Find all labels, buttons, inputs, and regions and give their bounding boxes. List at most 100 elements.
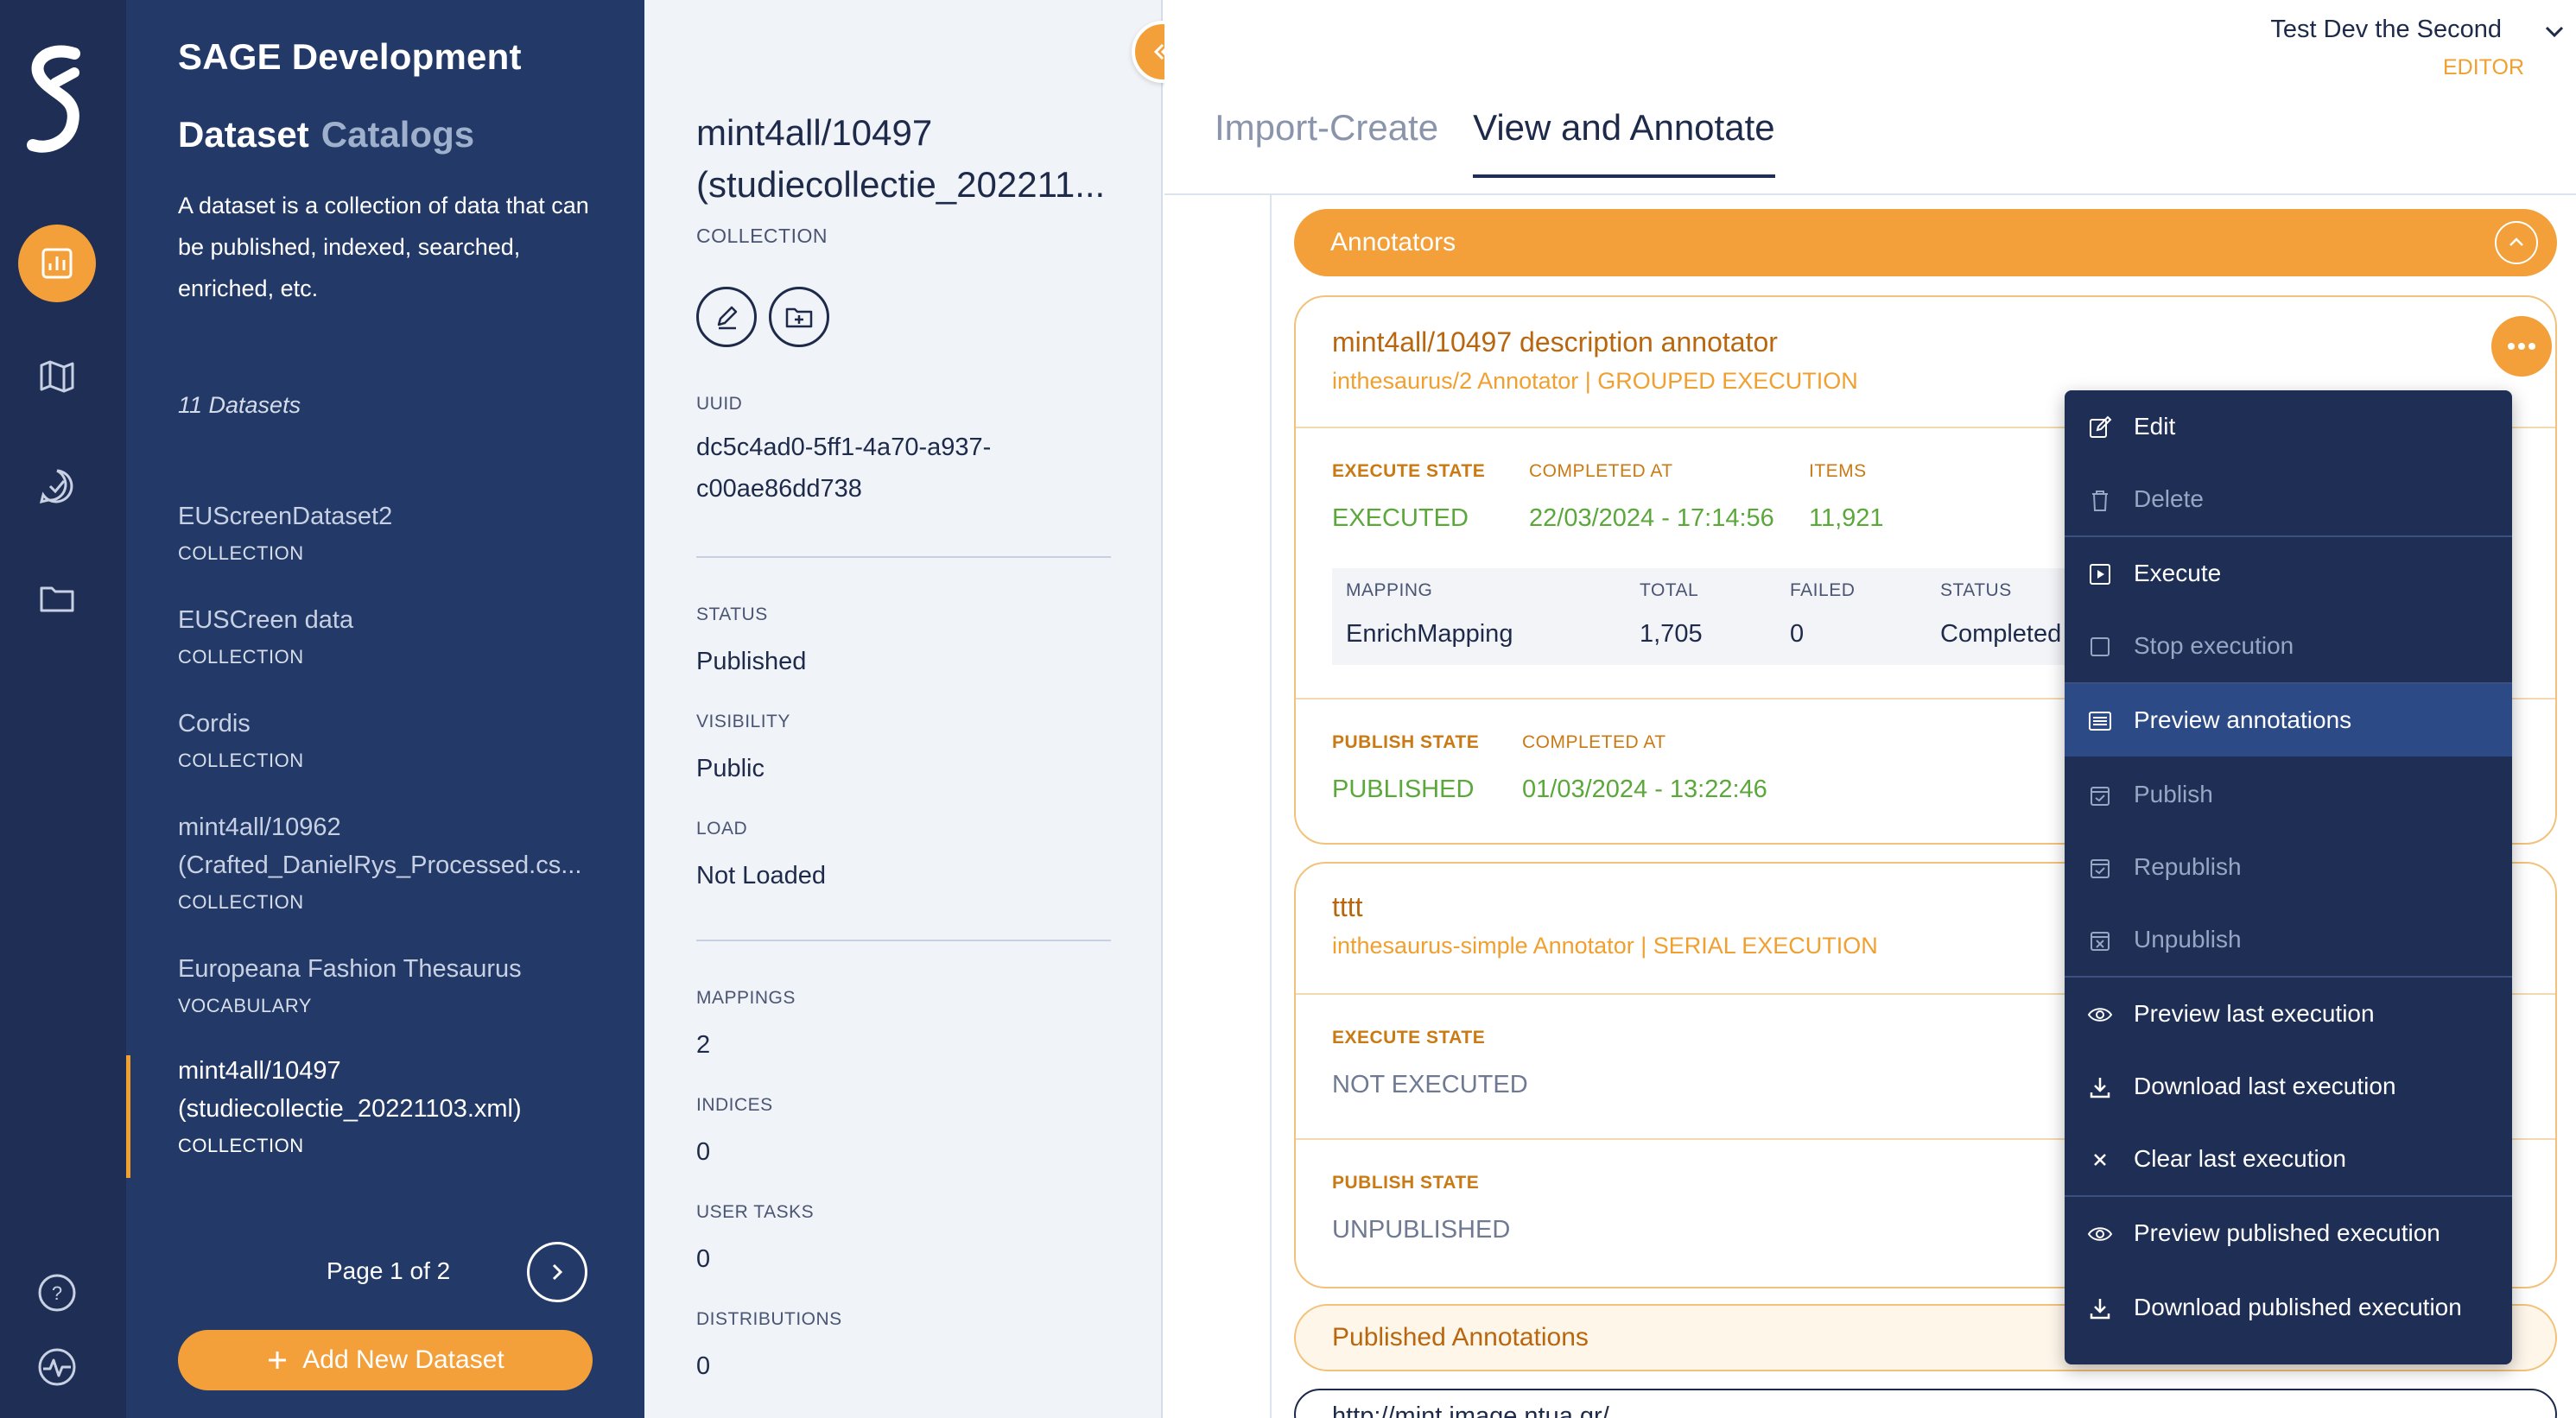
user-name[interactable]: Test Dev the Second: [2270, 16, 2502, 44]
menu-item-label: Stop execution: [2134, 632, 2294, 659]
annotator-title: tttt: [1332, 891, 1363, 922]
table-header: TOTAL: [1640, 580, 1699, 600]
menu-item-preview-last-execution[interactable]: Preview last execution: [2065, 978, 2512, 1050]
menu-item-label: Publish: [2134, 781, 2213, 807]
pencil-icon: [717, 306, 738, 330]
list-item[interactable]: EUScreenDataset2 COLLECTION: [178, 497, 627, 565]
dataset-name: Cordis: [178, 710, 251, 737]
chevron-down-icon[interactable]: [2541, 19, 2567, 45]
dataset-type: VOCABULARY: [178, 995, 312, 1016]
add-dataset-label: Add New Dataset: [302, 1345, 504, 1374]
menu-item-stop-execution[interactable]: Stop execution: [2065, 610, 2512, 682]
distributions-value: 0: [696, 1352, 711, 1380]
divider: [696, 556, 1111, 558]
edit-dataset-button[interactable]: [696, 287, 757, 347]
menu-item-execute[interactable]: Execute: [2065, 537, 2512, 610]
menu-item-preview-published-execution[interactable]: Preview published execution: [2065, 1197, 2512, 1269]
execute-state-value: NOT EXECUTED: [1332, 1071, 1528, 1098]
menu-item-delete[interactable]: Delete: [2065, 463, 2512, 535]
completed-at-label: COMPLETED AT: [1529, 461, 1673, 481]
menu-item-label: Clear last execution: [2134, 1145, 2346, 1172]
folder-icon[interactable]: [18, 560, 96, 637]
uuid-value-line1: dc5c4ad0-5ff1-4a70-a937-: [696, 434, 992, 461]
publish-completed-value: 01/03/2024 - 13:22:46: [1522, 775, 1767, 803]
menu-item-download-published-execution[interactable]: Download published execution: [2065, 1271, 2512, 1344]
eye-icon: [2087, 1227, 2113, 1241]
list-item[interactable]: Europeana Fashion Thesaurus VOCABULARY: [178, 950, 627, 1017]
user-tasks-value: 0: [696, 1245, 711, 1273]
dataset-name: Europeana Fashion Thesaurus: [178, 955, 522, 983]
list-item[interactable]: EUSCreen data COLLECTION: [178, 601, 627, 668]
list-item[interactable]: mint4all/10962 (Crafted_DanielRys_Proces…: [178, 808, 627, 914]
dataset-name-cont: (Crafted_DanielRys_Processed.cs...: [178, 851, 582, 879]
tabs-divider: [1164, 193, 2576, 195]
dataset-name: EUScreenDataset2: [178, 503, 393, 530]
menu-item-clear-last-execution[interactable]: Clear last execution: [2065, 1123, 2512, 1195]
add-to-folder-button[interactable]: [769, 287, 829, 347]
table-header: MAPPING: [1346, 580, 1433, 600]
tab-import-create[interactable]: Import-Create: [1215, 107, 1438, 178]
dataset-count: 11 Datasets: [178, 392, 301, 418]
dataset-name: EUSCreen data: [178, 606, 354, 634]
dataset-type: COLLECTION: [178, 750, 304, 771]
annotator-context-menu: Edit Delete Execute Stop execution Previ…: [2065, 390, 2512, 1364]
dataset-type: COLLECTION: [178, 542, 304, 564]
dataset-name: mint4all/10497: [178, 1057, 341, 1085]
tab-bar: Import-Create View and Annotate: [1215, 107, 1775, 178]
items-value: 11,921: [1809, 504, 1884, 532]
mappings-value: 2: [696, 1031, 711, 1059]
annotation-row[interactable]: http://mint.image.ntua.gr/...: [1294, 1389, 2557, 1418]
annotation-row-text: http://mint.image.ntua.gr/...: [1332, 1402, 1630, 1418]
plus-icon: [269, 1352, 287, 1369]
menu-item-unpublish[interactable]: Unpublish: [2065, 903, 2512, 976]
menu-item-label: Edit: [2134, 413, 2176, 440]
dataset-name: mint4all/10962: [178, 813, 341, 841]
content-border: [1270, 195, 1272, 1418]
tab-dataset[interactable]: Dataset: [178, 114, 309, 155]
activity-icon[interactable]: [18, 1328, 96, 1406]
publish-state-label: PUBLISH STATE: [1332, 732, 1480, 752]
more-options-button[interactable]: [2491, 316, 2552, 377]
calendar-check-icon: [2091, 859, 2110, 878]
dataset-title-line1: mint4all/10497: [696, 112, 933, 153]
menu-item-edit[interactable]: Edit: [2065, 390, 2512, 463]
status-value: Published: [696, 648, 807, 675]
table-cell: 1,705: [1640, 620, 1703, 648]
download-icon: [2090, 1078, 2110, 1098]
menu-item-label: Preview annotations: [2134, 706, 2352, 733]
published-annotations-label: Published Annotations: [1332, 1323, 1589, 1352]
annotators-header[interactable]: Annotators: [1294, 209, 2557, 276]
map-icon[interactable]: [18, 337, 96, 415]
app-title: SAGE Development: [178, 36, 522, 77]
list-item-active[interactable]: mint4all/10497 (studiecollectie_20221103…: [178, 1052, 627, 1157]
dataset-type: COLLECTION: [178, 646, 304, 668]
intro-text: A dataset is a collection of data that c…: [178, 193, 589, 301]
menu-item-download-last-execution[interactable]: Download last execution: [2065, 1050, 2512, 1123]
execute-state-label: EXECUTE STATE: [1332, 1028, 1486, 1048]
dataset-list-panel: SAGE Development Dataset Catalogs A datas…: [126, 0, 644, 1418]
section-title: Dataset Catalogs: [178, 114, 474, 155]
tab-catalogs[interactable]: Catalogs: [321, 114, 474, 155]
tab-view-annotate[interactable]: View and Annotate: [1473, 107, 1775, 178]
menu-item-label: Preview last execution: [2134, 1000, 2375, 1027]
annotator-title: mint4all/10497 description annotator: [1332, 326, 1778, 358]
add-dataset-button[interactable]: Add New Dataset: [178, 1330, 593, 1390]
page-indicator: Page 1 of 2: [327, 1257, 451, 1284]
chevron-up-icon[interactable]: [2495, 221, 2538, 264]
menu-item-republish[interactable]: Republish: [2065, 831, 2512, 903]
help-icon[interactable]: ?: [18, 1254, 96, 1332]
icon-rail: ?: [0, 0, 126, 1418]
dataset-title-line2: (studiecollectie_202211...: [696, 164, 1106, 205]
items-label: ITEMS: [1809, 461, 1867, 481]
next-page-button[interactable]: [527, 1242, 587, 1302]
dashboard-icon[interactable]: [18, 225, 96, 302]
menu-item-publish[interactable]: Publish: [2065, 758, 2512, 831]
calendar-x-icon: [2091, 932, 2110, 951]
menu-item-label: Download last execution: [2134, 1073, 2396, 1099]
check-circle-icon[interactable]: [18, 447, 96, 525]
mappings-label: MAPPINGS: [696, 988, 796, 1008]
menu-item-preview-annotations[interactable]: Preview annotations: [2065, 684, 2512, 756]
sage-logo[interactable]: [21, 45, 92, 157]
list-item[interactable]: Cordis COLLECTION: [178, 705, 627, 772]
publish-state-label: PUBLISH STATE: [1332, 1173, 1480, 1193]
